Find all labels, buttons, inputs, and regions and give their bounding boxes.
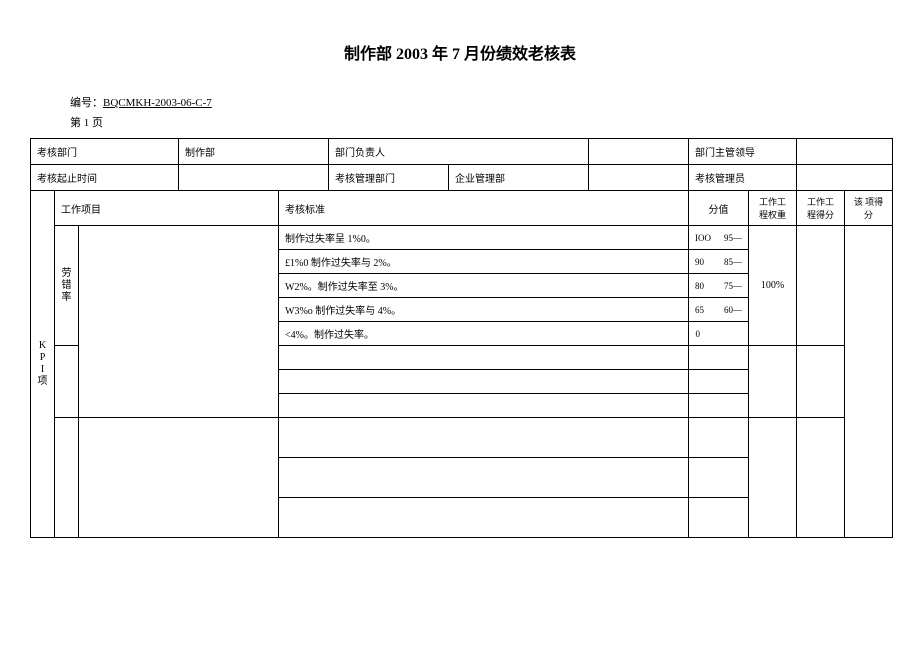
criteria-cell: W2%。制作过失率至 3%。 (279, 274, 689, 298)
empty-criteria (279, 498, 689, 538)
time-label: 考核起止时间 (31, 165, 179, 191)
doc-number-label: 编号： (70, 97, 103, 109)
empty-score (689, 370, 749, 394)
score-bottom: 65 (689, 298, 707, 322)
owner-label: 部门负责人 (329, 139, 589, 165)
item-cell (79, 226, 279, 418)
dept-value: 制作部 (179, 139, 329, 165)
weight-cell: 100% (749, 226, 797, 346)
total-cell (845, 226, 893, 538)
header-row-1: 考核部门 制作部 部门负责人 部门主管领导 (31, 139, 893, 165)
owner-value (589, 139, 689, 165)
col-weight: 工作工程权重 (749, 191, 797, 226)
empty-group-2 (55, 418, 79, 538)
mgmt-dept-blank (589, 165, 689, 191)
score-top (707, 322, 749, 346)
empty-weight-2 (749, 418, 797, 538)
empty-criteria (279, 370, 689, 394)
empty-score (689, 498, 749, 538)
leader-label: 部门主管领导 (689, 139, 797, 165)
mgmt-dept-value: 企业管理部 (449, 165, 589, 191)
empty-group (55, 346, 79, 418)
manager-value (797, 165, 893, 191)
leader-value (797, 139, 893, 165)
empty-score (689, 394, 749, 418)
header-row-2: 考核起止时间 考核管理部门 企业管理部 考核管理员 (31, 165, 893, 191)
empty-score (689, 418, 749, 458)
score-bottom: 90 (689, 250, 707, 274)
col-got: 工作工程得分 (797, 191, 845, 226)
empty-score (689, 346, 749, 370)
criteria-cell: W3%o 制作过失率与 4%。 (279, 298, 689, 322)
col-total: 该 项得分 (845, 191, 893, 226)
table-row (31, 418, 893, 458)
doc-number-line: 编号：BQCMKH-2003-06-C-7 (70, 94, 890, 110)
score-top: 85— (707, 250, 749, 274)
mgmt-dept-label: 考核管理部门 (329, 165, 449, 191)
column-header-row: K P I 项 工作项目 考核标准 分值 工作工程权重 工作工程得分 该 项得分 (31, 191, 893, 226)
table-row: 劳错率 制作过失率呈 1%0。 IOO 95— 100% (31, 226, 893, 250)
score-top: 60— (707, 298, 749, 322)
criteria-cell: £1%0 制作过失率与 2%。 (279, 250, 689, 274)
score-top: 75— (707, 274, 749, 298)
page-title: 制作部 2003 年 7 月份绩效老核表 (30, 40, 890, 64)
performance-table: 考核部门 制作部 部门负责人 部门主管领导 考核起止时间 考核管理部门 企业管理… (30, 138, 893, 538)
got-cell (797, 226, 845, 346)
row-group-label: 劳错率 (55, 226, 79, 346)
empty-weight (749, 346, 797, 418)
empty-item-2 (79, 418, 279, 538)
score-top: 95— (707, 226, 749, 250)
empty-criteria (279, 394, 689, 418)
score-bottom: 80 (689, 274, 707, 298)
col-score: 分值 (689, 191, 749, 226)
score-bottom: 0 (689, 322, 707, 346)
empty-got-2 (797, 418, 845, 538)
empty-got (797, 346, 845, 418)
kpi-label: K P I 项 (31, 191, 55, 538)
empty-criteria (279, 458, 689, 498)
col-criteria: 考核标准 (279, 191, 689, 226)
empty-score (689, 458, 749, 498)
dept-label: 考核部门 (31, 139, 179, 165)
criteria-cell: <4%。制作过失率。 (279, 322, 689, 346)
empty-criteria (279, 346, 689, 370)
time-value (179, 165, 329, 191)
empty-criteria (279, 418, 689, 458)
page-indicator: 第 1 页 (70, 114, 890, 130)
score-bottom: IOO (689, 226, 707, 250)
criteria-cell: 制作过失率呈 1%0。 (279, 226, 689, 250)
doc-number: BQCMKH-2003-06-C-7 (103, 97, 212, 109)
manager-label: 考核管理员 (689, 165, 797, 191)
col-item: 工作项目 (55, 191, 279, 226)
